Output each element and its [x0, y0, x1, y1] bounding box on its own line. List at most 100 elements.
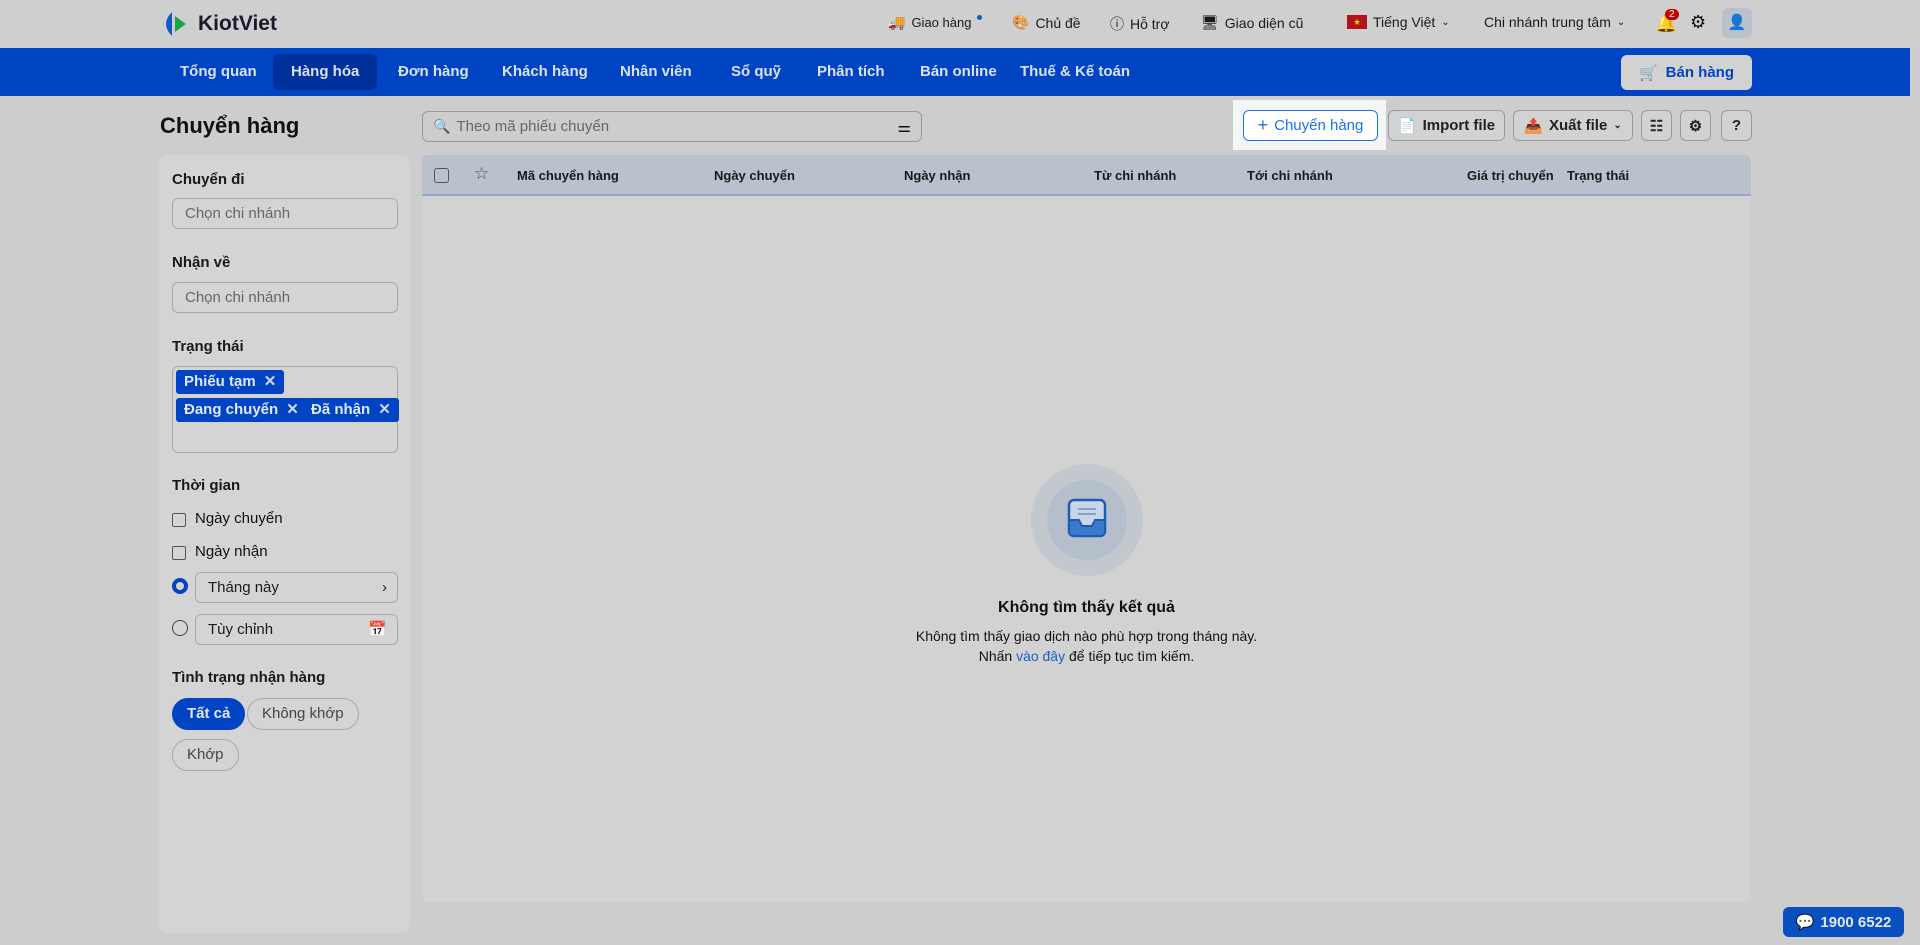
col-from-branch[interactable]: Từ chi nhánh: [1094, 168, 1176, 183]
settings-button[interactable]: ⚙: [1680, 110, 1711, 141]
page-title: Chuyển hàng: [160, 113, 300, 138]
receive-all-chip[interactable]: Tất cả: [172, 698, 246, 730]
branch-select[interactable]: Chi nhánh trung tâm ⌄: [1484, 14, 1625, 30]
import-label: Import file: [1422, 117, 1496, 134]
filter-sliders-icon[interactable]: ⚌: [898, 118, 911, 136]
nav-customers[interactable]: Khách hàng: [484, 54, 606, 90]
old-ui-link[interactable]: 🖥 Giao diện cũ: [1201, 14, 1303, 31]
receive-match-chip[interactable]: Khớp: [172, 739, 239, 771]
filter-sidebar: Chuyển đi Chọn chi nhánh Nhận về Chọn ch…: [159, 155, 410, 933]
this-month-radio[interactable]: [172, 578, 188, 594]
transfer-table: ☆ Mã chuyển hàng Ngày chuyển Ngày nhận T…: [422, 155, 1751, 902]
file-import-icon: 📄: [1397, 117, 1417, 135]
logo[interactable]: KiotViet: [160, 10, 277, 38]
export-file-button[interactable]: 📤 Xuất file ⌄: [1513, 110, 1633, 141]
chevron-down-icon: ⌄: [1441, 16, 1450, 28]
nav-employees[interactable]: Nhân viên: [602, 54, 710, 90]
time-label: Thời gian: [172, 477, 241, 494]
custom-label: Tùy chỉnh: [208, 621, 274, 638]
chevron-down-icon: ⌄: [1613, 120, 1622, 131]
support-label: Hỗ trợ: [1130, 16, 1170, 32]
table-header: ☆ Mã chuyển hàng Ngày chuyển Ngày nhận T…: [422, 155, 1751, 196]
search-again-link[interactable]: vào đây: [1016, 648, 1065, 664]
nav-tax-accounting[interactable]: Thuế & Kế toán: [1002, 54, 1148, 90]
nav-analytics[interactable]: Phân tích: [799, 54, 903, 90]
theme-link[interactable]: 🎨 Chủ đề: [1012, 14, 1081, 31]
chevron-right-icon: ›: [382, 579, 387, 596]
column-toggle-button[interactable]: ☷: [1641, 110, 1672, 141]
receive-mismatch-chip[interactable]: Không khớp: [247, 698, 359, 730]
nav-cashbook[interactable]: Sổ quỹ: [713, 54, 799, 90]
theme-label: Chủ đề: [1035, 14, 1081, 31]
truck-icon: 🚚: [888, 14, 906, 30]
main-nav: Tổng quan Hàng hóa Đơn hàng Khách hàng N…: [0, 48, 1910, 96]
custom-date-input[interactable]: Tùy chỉnh 📅: [195, 614, 398, 645]
hotline-button[interactable]: 💬 1900 6522: [1783, 907, 1904, 937]
date-receive-checkbox[interactable]: [172, 546, 186, 560]
select-all-checkbox[interactable]: [434, 168, 449, 183]
support-link[interactable]: ⓘ Hỗ trợ: [1110, 14, 1170, 34]
this-month-label: Tháng này: [208, 579, 279, 596]
chat-icon: 💬: [1795, 914, 1815, 931]
col-receive-date[interactable]: Ngày nhận: [904, 168, 970, 183]
new-dot: [977, 15, 983, 20]
sell-button[interactable]: 🛒 Bán hàng: [1621, 55, 1752, 90]
from-branch-input[interactable]: Chọn chi nhánh: [172, 198, 398, 229]
hotline-number: 1900 6522: [1820, 913, 1892, 931]
delivery-label: Giao hàng: [911, 15, 972, 30]
sell-label: Bán hàng: [1665, 64, 1735, 81]
to-branch-input[interactable]: Chọn chi nhánh: [172, 282, 398, 313]
import-file-button[interactable]: 📄 Import file: [1388, 110, 1505, 141]
col-code[interactable]: Mã chuyển hàng: [517, 168, 619, 183]
empty-message: Không tìm thấy giao dịch nào phù hợp tro…: [915, 628, 1258, 644]
inbox-icon: [1067, 498, 1107, 538]
empty-title: Không tìm thấy kết quả: [998, 599, 1175, 616]
to-branch-label: Nhận về: [172, 254, 231, 271]
hint-prefix: Nhấn: [978, 648, 1013, 664]
brand-name: KiotViet: [198, 12, 277, 35]
notification-button[interactable]: 🔔 2: [1655, 9, 1679, 34]
empty-hint: Nhấn vào đây để tiếp tục tìm kiếm.: [422, 648, 1751, 664]
date-transfer-label: Ngày chuyển: [195, 510, 283, 527]
receive-status-label: Tình trạng nhận hàng: [172, 669, 326, 686]
remove-tag-icon[interactable]: ✕: [286, 401, 299, 418]
palette-icon: 🎨: [1012, 14, 1030, 30]
nav-overview[interactable]: Tổng quan: [162, 54, 275, 90]
remove-tag-icon[interactable]: ✕: [378, 401, 391, 418]
add-transfer-button[interactable]: + Chuyển hàng: [1243, 110, 1378, 141]
delivery-link[interactable]: 🚚 Giao hàng: [888, 14, 983, 31]
remove-tag-icon[interactable]: ✕: [264, 373, 277, 390]
col-status[interactable]: Trạng thái: [1567, 168, 1629, 183]
language-select[interactable]: ★ Tiếng Việt ⌄: [1347, 14, 1450, 30]
this-month-select[interactable]: Tháng này ›: [195, 572, 398, 603]
tag-label: Phiếu tạm: [184, 373, 256, 390]
status-label: Trạng thái: [172, 338, 244, 355]
help-button[interactable]: ?: [1721, 110, 1752, 141]
top-bar: KiotViet 🚚 Giao hàng 🎨 Chủ đề ⓘ Hỗ trợ 🖥 Gia…: [0, 0, 1920, 48]
custom-radio[interactable]: [172, 620, 188, 636]
nav-products[interactable]: Hàng hóa: [273, 54, 378, 90]
col-transfer-date[interactable]: Ngày chuyển: [714, 168, 795, 183]
col-value[interactable]: Giá trị chuyển: [1467, 168, 1554, 183]
support-icon: ⓘ: [1110, 16, 1124, 32]
search-input[interactable]: 🔍 Theo mã phiếu chuyển ⚌: [422, 111, 922, 142]
col-to-branch[interactable]: Tới chi nhánh: [1247, 168, 1333, 183]
export-label: Xuất file: [1548, 117, 1608, 134]
status-tag: Đang chuyển ✕: [176, 398, 307, 422]
notification-badge: 2: [1665, 9, 1679, 20]
language-label: Tiếng Việt: [1373, 14, 1436, 30]
monitor-icon: 🖥: [1201, 14, 1219, 30]
avatar[interactable]: 👤: [1722, 8, 1752, 38]
chevron-down-icon: ⌄: [1616, 16, 1626, 28]
star-icon[interactable]: ☆: [474, 164, 489, 184]
plus-icon: +: [1257, 115, 1269, 135]
kiotviet-logo-icon: [166, 12, 186, 36]
hint-suffix: để tiếp tục tìm kiếm.: [1069, 648, 1195, 664]
nav-online-sales[interactable]: Bán online: [902, 54, 1015, 90]
date-transfer-checkbox[interactable]: [172, 513, 186, 527]
nav-orders[interactable]: Đơn hàng: [380, 54, 487, 90]
tag-label: Đã nhận: [311, 401, 371, 418]
settings-gear-icon[interactable]: ⚙: [1690, 12, 1706, 33]
from-branch-label: Chuyển đi: [172, 171, 245, 188]
help-icon: ?: [1731, 117, 1742, 134]
